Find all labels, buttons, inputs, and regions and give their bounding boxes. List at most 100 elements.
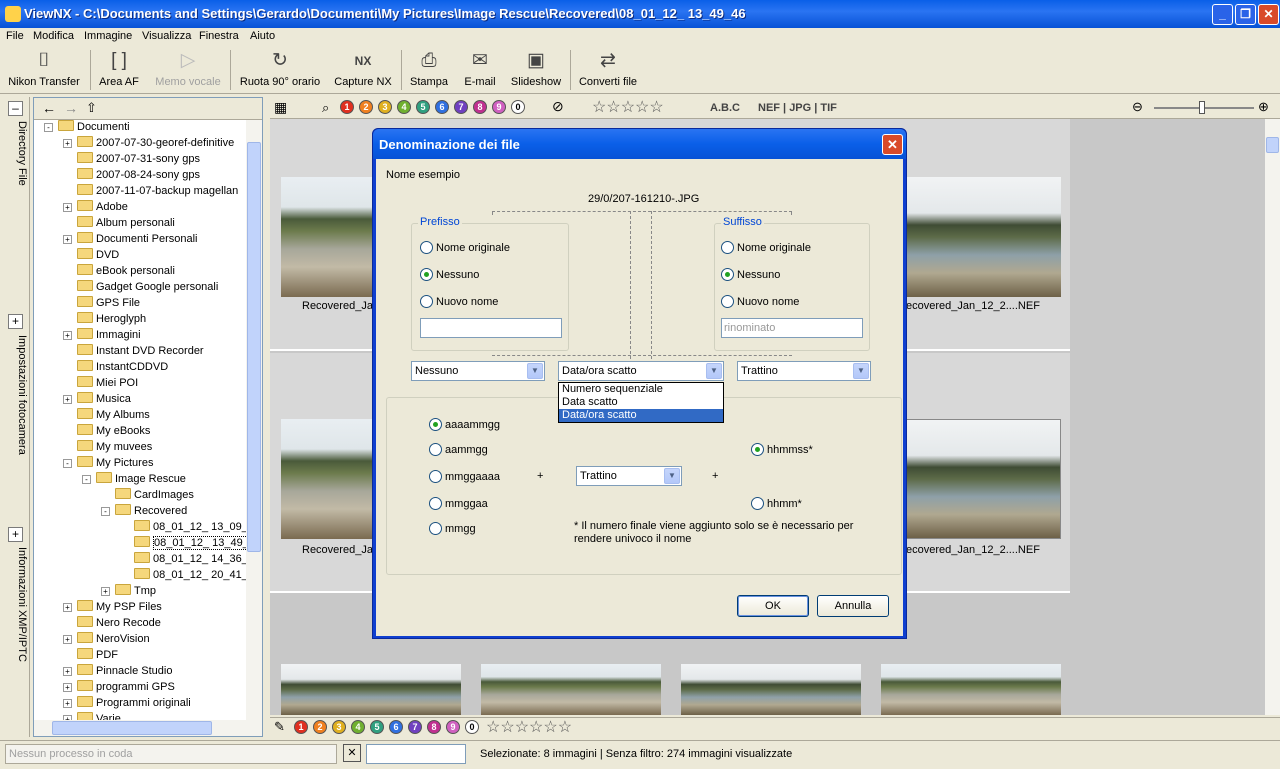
dropdown-option[interactable]: Data scatto [559,396,723,409]
thumbnail-image[interactable] [881,664,1061,715]
tree-item[interactable]: GPS File [63,295,140,311]
apply-label-icon[interactable]: ✎ [274,719,285,735]
thumbnail-image[interactable] [881,419,1061,539]
sort-abc-button[interactable]: A.B.C [710,102,740,114]
tree-item[interactable]: Album personali [63,215,175,231]
tree-item[interactable]: + Adobe [63,199,128,215]
label-filter-4[interactable]: 4 [397,100,411,114]
label-filter-6[interactable]: 6 [435,100,449,114]
expand-icon[interactable]: + [63,699,72,708]
tree-item[interactable]: eBook personali [63,263,175,279]
separator-combo[interactable]: Trattino ▼ [737,361,871,381]
prefix-new-name-radio[interactable]: Nuovo nome [420,295,498,309]
menu-modifica[interactable]: Modifica [33,30,74,42]
tree-item[interactable]: + NeroVision [63,631,150,647]
prefix-none-radio[interactable]: Nessuno [420,268,479,282]
tree-item[interactable]: 08_01_12_ 13_09_ [120,519,246,535]
maximize-button[interactable]: ❐ [1235,4,1256,25]
date-format-radio[interactable]: aammgg [429,443,488,457]
tree-item[interactable]: 2007-07-31-sony gps [63,151,200,167]
prefix-original-radio[interactable]: Nome originale [420,241,510,255]
collapse-directory-button[interactable]: – [8,101,23,116]
expand-icon[interactable]: + [101,587,110,596]
time-format-radio[interactable]: hhmm* [751,497,802,511]
dialog-close-button[interactable]: ✕ [882,134,903,155]
rotate-button[interactable]: ↻ Ruota 90° orario [238,48,322,92]
zoom-in-icon[interactable]: ⊕ [1258,99,1269,115]
tree-item[interactable]: - Documenti [44,120,130,135]
label-filter-5[interactable]: 5 [416,100,430,114]
tree-horizontal-scrollbar[interactable] [34,720,262,736]
prefix-new-name-input[interactable] [420,318,562,338]
apply-label-6[interactable]: 6 [389,720,403,734]
time-format-radio[interactable]: hhmmss* [751,443,813,457]
suffix-new-name-radio[interactable]: Nuovo nome [721,295,799,309]
rating-filter-icon[interactable]: ⊘ [552,98,564,115]
tree-item[interactable]: Heroglyph [63,311,146,327]
apply-label-4[interactable]: 4 [351,720,365,734]
date-format-radio[interactable]: aaaammgg [429,418,500,432]
tree-item[interactable]: - Recovered [101,503,187,519]
apply-label-8[interactable]: 8 [427,720,441,734]
tab-directory-file[interactable]: Directory File [6,121,28,301]
expand-xmp-button[interactable]: + [8,527,23,542]
expand-icon[interactable]: + [63,667,72,676]
grid-view-icon[interactable]: ▦ [274,99,287,116]
tree-item[interactable]: Nero Recode [63,615,161,631]
cancel-button[interactable]: Annulla [817,595,889,617]
tree-item[interactable]: + Immagini [63,327,141,343]
expand-icon[interactable]: + [63,395,72,404]
nikon-transfer-button[interactable]: ⌷ Nikon Transfer [6,48,82,92]
expand-icon[interactable]: + [63,603,72,612]
label-filter-1[interactable]: 1 [340,100,354,114]
menu-immagine[interactable]: Immagine [84,30,132,42]
label-filter-8[interactable]: 8 [473,100,487,114]
tree-item[interactable]: DVD [63,247,119,263]
tree-item[interactable]: 2007-11-07-backup magellan [63,183,238,199]
date-format-radio[interactable]: mmgg [429,522,476,536]
rating-stars[interactable]: ☆☆☆☆☆ [592,97,664,117]
expand-icon[interactable]: + [63,683,72,692]
apply-label-9[interactable]: 9 [446,720,460,734]
tree-item[interactable]: +2007-07-30-georef-definitive [63,135,234,151]
convert-button[interactable]: ⇄ Converti file [578,48,638,92]
label-filter-2[interactable]: 2 [359,100,373,114]
thumbnail-image[interactable] [481,664,661,715]
format-filter[interactable]: NEF | JPG | TIF [758,102,837,114]
menu-aiuto[interactable]: Aiuto [250,30,275,42]
parent-folder-icon[interactable]: ⇧ [86,100,97,116]
expand-icon[interactable]: + [63,235,72,244]
forward-arrow-icon[interactable]: → [64,100,78,116]
menu-finestra[interactable]: Finestra [199,30,239,42]
tree-item[interactable]: 08_01_12_ 14_36_ [120,551,246,567]
tree-item[interactable]: PDF [63,647,118,663]
suffix-none-radio[interactable]: Nessuno [721,268,780,282]
label-filter-3[interactable]: 3 [378,100,392,114]
minimize-button[interactable]: _ [1212,4,1233,25]
tree-item[interactable]: + Pinnacle Studio [63,663,172,679]
tree-item[interactable]: Instant DVD Recorder [63,343,204,359]
tree-item[interactable]: + Tmp [101,583,156,599]
tree-item[interactable]: My muvees [63,439,152,455]
filename-body-dropdown[interactable]: Numero sequenziale Data scatto Data/ora … [558,382,724,423]
collapse-icon[interactable]: - [44,123,53,132]
close-button[interactable]: ✕ [1258,4,1279,25]
tab-xmp-iptc[interactable]: Informazioni XMP/IPTC [6,547,28,737]
collapse-icon[interactable]: - [101,507,110,516]
tree-item[interactable]: + Musica [63,391,131,407]
suffix-new-name-input[interactable]: rinominato [721,318,863,338]
apply-label-5[interactable]: 5 [370,720,384,734]
apply-label-7[interactable]: 7 [408,720,422,734]
tree-item[interactable]: InstantCDDVD [63,359,168,375]
dropdown-option[interactable]: Numero sequenziale [559,383,723,396]
tree-item[interactable]: Miei POI [63,375,138,391]
apply-label-2[interactable]: 2 [313,720,327,734]
tree-item[interactable]: - My Pictures [63,455,153,471]
voice-memo-button[interactable]: ▷ Memo vocale [153,48,223,92]
tree-item[interactable]: 08_01_12_ 20_41_ [120,567,246,583]
ok-button[interactable]: OK [737,595,809,617]
tree-item[interactable]: 2007-08-24-sony gps [63,167,200,183]
thumbnail-image[interactable] [881,177,1061,297]
expand-icon[interactable]: + [63,331,72,340]
tree-item[interactable]: My eBooks [63,423,150,439]
